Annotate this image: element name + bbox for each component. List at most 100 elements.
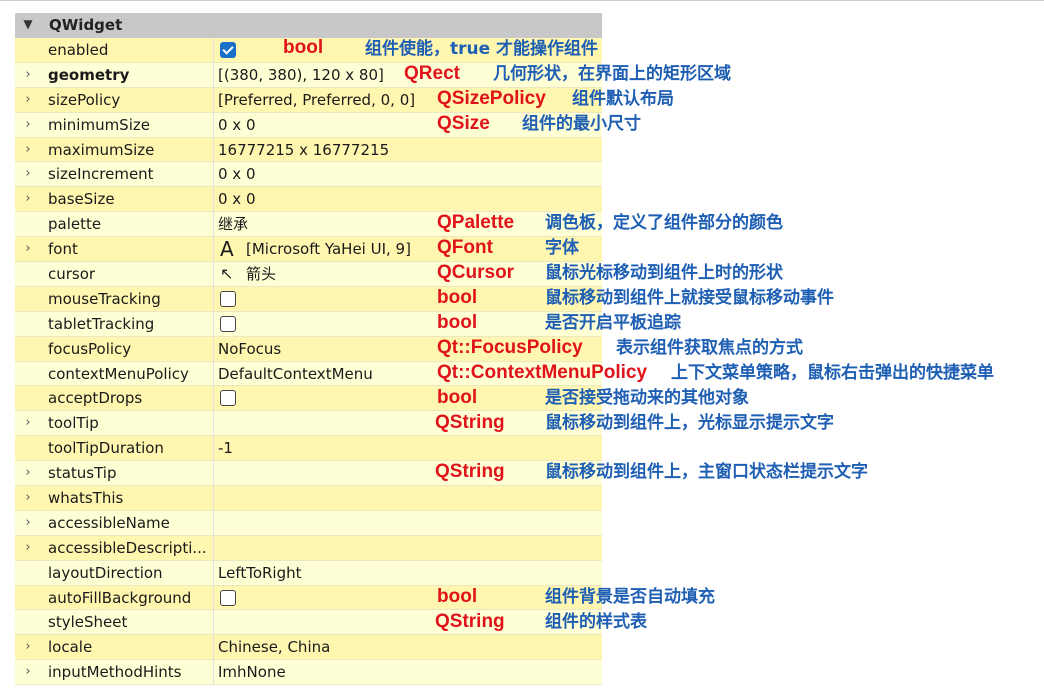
description-annotation: 字体 bbox=[545, 238, 579, 259]
group-header-qwidget[interactable]: ▼ QWidget bbox=[15, 13, 602, 38]
property-name: statusTip bbox=[48, 464, 117, 483]
chevron-right-icon[interactable]: › bbox=[21, 635, 35, 659]
property-row-font[interactable]: › font A [Microsoft YaHei UI, 9] bbox=[15, 237, 602, 263]
type-annotation: bool bbox=[437, 311, 478, 333]
property-row-tablettracking[interactable]: tabletTracking bbox=[15, 311, 602, 337]
chevron-right-icon[interactable]: › bbox=[21, 411, 35, 435]
property-name: accessibleDescripti... bbox=[48, 538, 207, 557]
column-divider bbox=[213, 585, 214, 610]
property-value[interactable]: 0 x 0 bbox=[218, 162, 256, 186]
property-name: enabled bbox=[48, 41, 109, 59]
column-divider bbox=[213, 112, 214, 137]
column-divider bbox=[213, 436, 214, 461]
property-row-accessibledescripti[interactable]: › accessibleDescripti... bbox=[15, 535, 602, 561]
type-annotation: QSizePolicy bbox=[437, 87, 546, 109]
checkbox[interactable] bbox=[220, 589, 236, 606]
chevron-right-icon[interactable]: › bbox=[21, 162, 35, 186]
property-value[interactable]: DefaultContextMenu bbox=[218, 362, 373, 386]
column-divider bbox=[213, 237, 214, 262]
property-name: geometry bbox=[48, 65, 130, 84]
arrow-cursor-icon: ↖ bbox=[220, 264, 234, 284]
chevron-down-icon[interactable]: ▼ bbox=[21, 16, 35, 32]
chevron-right-icon[interactable]: › bbox=[21, 88, 35, 112]
type-annotation: QPalette bbox=[437, 212, 515, 234]
chevron-right-icon[interactable]: › bbox=[21, 511, 35, 535]
type-annotation: bool bbox=[437, 386, 478, 408]
property-row-mousetracking[interactable]: mouseTracking bbox=[15, 286, 602, 312]
checkbox[interactable] bbox=[220, 42, 236, 58]
property-name: focusPolicy bbox=[48, 339, 132, 358]
property-row-minimumsize[interactable]: › minimumSize 0 x 0 bbox=[15, 112, 602, 138]
property-value[interactable]: 继承 bbox=[218, 212, 248, 236]
chevron-right-icon[interactable]: › bbox=[21, 138, 35, 162]
property-row-layoutdirection[interactable]: layoutDirection LeftToRight bbox=[15, 560, 602, 586]
type-annotation: bool bbox=[437, 287, 478, 308]
checkbox[interactable] bbox=[220, 390, 236, 407]
description-annotation: 组件的最小尺寸 bbox=[522, 113, 641, 134]
property-value[interactable]: [(380, 380), 120 x 80] bbox=[218, 63, 384, 87]
chevron-right-icon[interactable]: › bbox=[21, 187, 35, 211]
chevron-right-icon[interactable]: › bbox=[21, 113, 35, 137]
property-name: toolTip bbox=[48, 414, 99, 433]
property-name: mouseTracking bbox=[48, 289, 161, 308]
chevron-right-icon[interactable]: › bbox=[21, 660, 35, 684]
property-name: font bbox=[48, 240, 78, 259]
description-annotation: 是否开启平板追踪 bbox=[545, 312, 681, 333]
property-name: maximumSize bbox=[48, 140, 155, 159]
type-annotation: bool bbox=[283, 37, 324, 58]
property-row-stylesheet[interactable]: styleSheet bbox=[15, 610, 602, 636]
type-annotation: bool bbox=[437, 585, 478, 607]
column-divider bbox=[213, 660, 214, 685]
property-value[interactable]: Chinese, China bbox=[218, 635, 330, 659]
property-row-locale[interactable]: › locale Chinese, China bbox=[15, 635, 602, 661]
property-name: palette bbox=[48, 215, 102, 234]
column-divider bbox=[213, 336, 214, 361]
column-divider bbox=[213, 610, 214, 635]
column-divider bbox=[213, 62, 214, 87]
column-divider bbox=[213, 311, 214, 336]
type-annotation: QCursor bbox=[437, 262, 515, 284]
chevron-right-icon[interactable]: › bbox=[21, 237, 35, 261]
checkbox[interactable] bbox=[220, 315, 236, 332]
property-value[interactable]: ImhNone bbox=[218, 660, 286, 684]
description-annotation: 几何形状，在界面上的矩形区域 bbox=[493, 63, 731, 84]
property-value[interactable]: 0 x 0 bbox=[218, 187, 256, 211]
property-row-whatsthis[interactable]: › whatsThis bbox=[15, 486, 602, 511]
description-annotation: 组件默认布局 bbox=[572, 88, 674, 109]
property-row-basesize[interactable]: › baseSize 0 x 0 bbox=[15, 187, 602, 213]
property-value[interactable]: NoFocus bbox=[218, 337, 281, 361]
chevron-right-icon[interactable]: › bbox=[21, 486, 35, 510]
property-row-maximumsize[interactable]: › maximumSize 16777215 x 16777215 bbox=[15, 137, 602, 163]
property-value[interactable]: [Preferred, Preferred, 0, 0] bbox=[218, 88, 415, 112]
property-row-tooltipduration[interactable]: toolTipDuration -1 bbox=[15, 436, 602, 462]
property-value[interactable]: [Microsoft YaHei UI, 9] bbox=[246, 237, 411, 261]
column-divider bbox=[213, 286, 214, 311]
column-divider bbox=[213, 386, 214, 411]
column-divider bbox=[213, 361, 214, 386]
property-name: autoFillBackground bbox=[48, 588, 192, 607]
property-value[interactable]: 0 x 0 bbox=[218, 113, 256, 137]
description-annotation: 调色板，定义了组件部分的颜色 bbox=[545, 213, 783, 234]
property-row-autofillbackground[interactable]: autoFillBackground bbox=[15, 585, 602, 611]
property-row-accessiblename[interactable]: › accessibleName bbox=[15, 510, 602, 536]
property-value[interactable]: LeftToRight bbox=[218, 561, 302, 585]
chevron-right-icon[interactable]: › bbox=[21, 536, 35, 560]
type-annotation: QString bbox=[435, 610, 505, 632]
property-row-sizeincrement[interactable]: › sizeIncrement 0 x 0 bbox=[15, 162, 602, 188]
column-divider bbox=[213, 635, 214, 660]
property-value[interactable]: -1 bbox=[218, 436, 233, 460]
property-row-statustip[interactable]: › statusTip bbox=[15, 461, 602, 487]
type-annotation: QString bbox=[435, 461, 505, 483]
chevron-right-icon[interactable]: › bbox=[21, 63, 35, 87]
property-row-inputmethodhints[interactable]: › inputMethodHints ImhNone bbox=[15, 660, 602, 686]
property-value[interactable]: 箭头 bbox=[246, 262, 276, 286]
chevron-right-icon[interactable]: › bbox=[21, 461, 35, 485]
column-divider bbox=[213, 560, 214, 585]
group-title: QWidget bbox=[49, 16, 123, 34]
property-row-tooltip[interactable]: › toolTip bbox=[15, 411, 602, 437]
property-row-acceptdrops[interactable]: acceptDrops bbox=[15, 386, 602, 412]
column-divider bbox=[213, 137, 214, 162]
property-value[interactable]: 16777215 x 16777215 bbox=[218, 138, 389, 162]
checkbox[interactable] bbox=[220, 290, 236, 307]
column-divider bbox=[213, 187, 214, 212]
